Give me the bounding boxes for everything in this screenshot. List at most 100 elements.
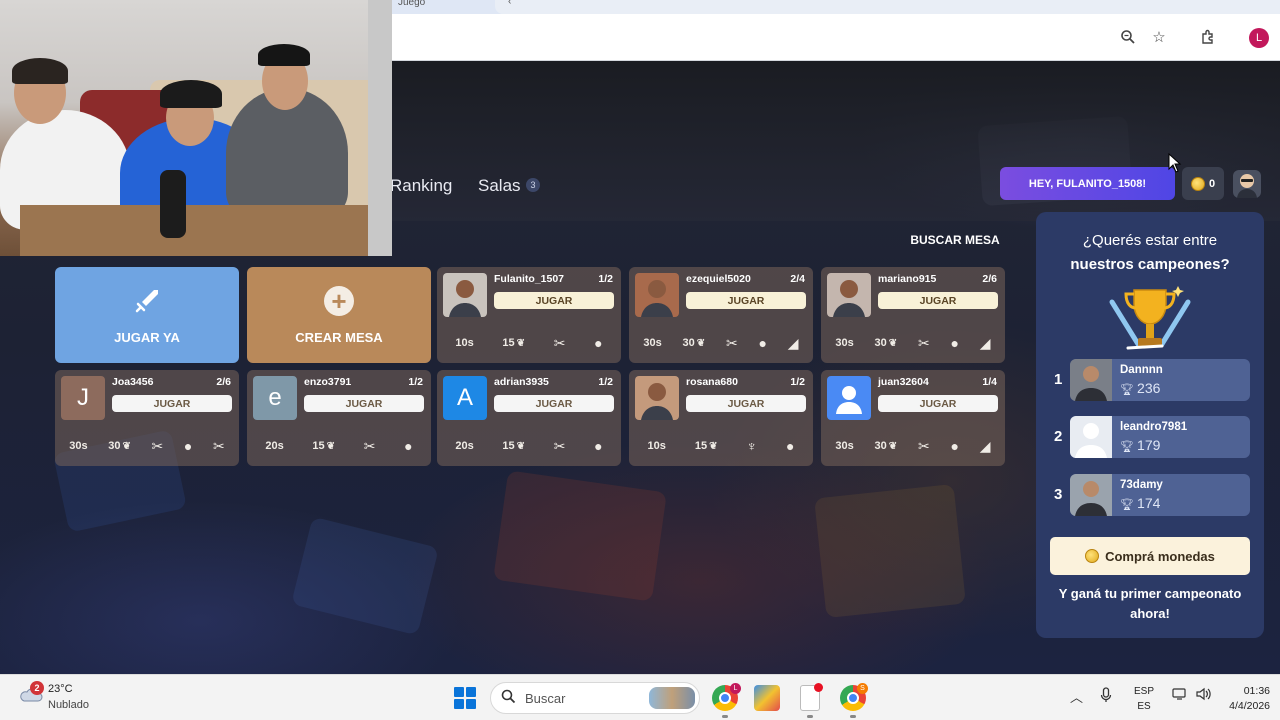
no-flower-icon: ✂	[917, 437, 930, 454]
network-icon[interactable]	[1172, 687, 1188, 704]
champion-avatar	[1070, 359, 1112, 401]
champion-position: 2	[1054, 428, 1063, 445]
no-flower-icon: ✂	[151, 437, 164, 454]
chat-bubble-icon: ●	[183, 438, 193, 454]
flower-icon: ❦	[888, 440, 898, 452]
play-now-label: JUGAR YA	[114, 329, 180, 345]
keyboard-layout: ES	[1137, 701, 1151, 712]
user-greeting-button[interactable]: HEY, FULANITO_1508!	[1000, 167, 1175, 200]
join-table-button[interactable]: JUGAR	[878, 292, 998, 309]
champion-row[interactable]: 1 Dannnn 🏆︎ 236	[1050, 359, 1250, 403]
salas-count-badge: 3	[526, 178, 540, 192]
table-host-avatar: e	[253, 376, 297, 420]
browser-profile-avatar[interactable]: L	[1249, 28, 1269, 48]
table-card[interactable]: Aadrian3935 1/2 JUGAR 20s 15 ❦ ✂ ●	[437, 370, 621, 466]
weather-notification-badge: 2	[30, 681, 44, 695]
create-table-button[interactable]: + CREAR MESA	[247, 267, 431, 363]
points-to-win: 30 ❦	[875, 440, 898, 452]
join-table-button[interactable]: JUGAR	[686, 395, 806, 412]
browser-tab-title[interactable]: Juego	[398, 0, 425, 8]
shoe-icon: ◢	[979, 437, 991, 454]
champion-position: 1	[1054, 371, 1063, 388]
plus-icon: +	[324, 285, 354, 316]
coins-balance[interactable]: 0	[1182, 167, 1224, 200]
champion-card: Dannnn 🏆︎ 236	[1070, 359, 1250, 401]
shoe-icon: ◢	[979, 334, 991, 351]
trophy-icon	[1109, 286, 1191, 350]
search-table-button[interactable]: BUSCAR MESA	[904, 229, 1006, 251]
table-player-count: 1/2	[790, 376, 805, 388]
join-table-button[interactable]: JUGAR	[686, 292, 806, 309]
clock-time: 01:36	[1243, 685, 1270, 697]
zoom-icon[interactable]	[1117, 26, 1139, 48]
search-highlight-image	[649, 687, 695, 709]
trophy-icon: 🏆︎	[1120, 384, 1138, 396]
chrome-secondary-profile-badge: S	[857, 683, 868, 694]
play-now-button[interactable]: JUGAR YA	[55, 267, 239, 363]
flower-icon: ❦	[696, 337, 706, 349]
table-card[interactable]: ezequiel5020 2/4 JUGAR 30s 30 ❦ ✂ ● ◢	[629, 267, 813, 363]
weather-temperature[interactable]: 23°C	[48, 683, 73, 695]
table-card[interactable]: e enzo3791 1/2 JUGAR 20s 15 ❦ ✂ ●	[247, 370, 431, 466]
champion-row[interactable]: 3 73damy 🏆︎ 174	[1050, 474, 1250, 518]
table-card[interactable]: J Joa3456 2/6 JUGAR 30s 30 ❦ ✂ ● ✂	[55, 370, 239, 466]
trophy-icon: 🏆︎	[1120, 499, 1138, 511]
table-card[interactable]: Fulanito_1507 1/2 JUGAR 10s 15 ❦ ✂ ●	[437, 267, 621, 363]
table-rules: 30s 30 ❦ ✂ ● ◢	[821, 323, 1005, 363]
nav-salas-link[interactable]: Salas	[478, 176, 521, 196]
points-to-win: 15 ❦	[502, 337, 525, 349]
flower-icon: ❦	[709, 440, 718, 452]
points-value: 30	[108, 440, 121, 452]
points-to-win: 30 ❦	[683, 337, 706, 349]
tab-chevron-icon[interactable]: ‹	[508, 0, 511, 7]
volume-icon[interactable]	[1196, 687, 1212, 704]
table-host-avatar	[635, 376, 679, 420]
promo-text-content: Y ganá tu primer campeonato ahora!	[1058, 586, 1242, 621]
chat-bubble-icon: ●	[758, 335, 767, 351]
layers-app-icon[interactable]	[754, 685, 780, 711]
windows-start-icon[interactable]	[454, 687, 476, 709]
champion-name: leandro7981	[1120, 421, 1188, 433]
table-rules: 30s 30 ❦ ✂ ● ✂	[55, 426, 239, 466]
table-card[interactable]: mariano915 2/6 JUGAR 30s 30 ❦ ✂ ● ◢	[821, 267, 1005, 363]
join-table-button[interactable]: JUGAR	[304, 395, 424, 412]
join-table-button[interactable]: JUGAR	[878, 395, 998, 412]
taskbar-search-box[interactable]: Buscar	[490, 682, 700, 714]
join-table-button[interactable]: JUGAR	[494, 292, 614, 309]
language-indicator[interactable]: ESP ES	[1134, 684, 1154, 714]
nav-ranking-link[interactable]: Ranking	[390, 176, 452, 196]
champion-score: 🏆︎ 179	[1120, 437, 1160, 453]
no-flower-icon: ✂	[553, 334, 566, 351]
chat-bubble-icon: ●	[950, 438, 959, 454]
chrome-profile-badge: L	[730, 683, 741, 694]
taskbar-search-placeholder: Buscar	[525, 691, 566, 706]
coin-icon	[1190, 176, 1205, 191]
extensions-icon[interactable]	[1197, 26, 1219, 48]
flower-rule-icon: ♆	[746, 438, 758, 454]
table-player-count: 1/4	[982, 376, 997, 388]
champion-score: 🏆︎ 174	[1120, 495, 1160, 511]
turn-time: 20s	[455, 440, 474, 452]
table-card[interactable]: juan32604 1/4 JUGAR 30s 30 ❦ ✂ ● ◢	[821, 370, 1005, 466]
table-host-name: Joa3456	[112, 376, 154, 388]
turn-time: 30s	[835, 337, 854, 349]
microphone-icon[interactable]	[1100, 687, 1112, 706]
table-host-name: adrian3935	[494, 376, 549, 388]
champions-title-line2: nuestros campeones?	[1070, 256, 1230, 273]
join-table-button[interactable]: JUGAR	[112, 395, 232, 412]
table-card[interactable]: rosana680 1/2 JUGAR 10s 15 ❦ ♆ ●	[629, 370, 813, 466]
system-clock[interactable]: 01:36 4/4/2026	[1222, 684, 1270, 714]
champion-row[interactable]: 2 leandro7981 🏆︎ 179	[1050, 416, 1250, 460]
buy-coins-button[interactable]: Comprá monedas	[1050, 537, 1250, 575]
bookmark-star-icon[interactable]: ☆	[1148, 26, 1170, 48]
points-to-win: 15 ❦	[695, 440, 718, 452]
tray-chevron-up-icon[interactable]: ︿	[1070, 687, 1083, 706]
points-to-win: 30 ❦	[875, 337, 898, 349]
turn-time: 20s	[265, 440, 284, 452]
webcam-overlay	[0, 0, 392, 256]
join-table-button[interactable]: JUGAR	[494, 395, 614, 412]
weather-description[interactable]: Nublado	[48, 699, 89, 711]
table-rules: 30s 30 ❦ ✂ ● ◢	[629, 323, 813, 363]
user-avatar[interactable]	[1233, 170, 1261, 198]
language-code: ESP	[1134, 686, 1155, 697]
